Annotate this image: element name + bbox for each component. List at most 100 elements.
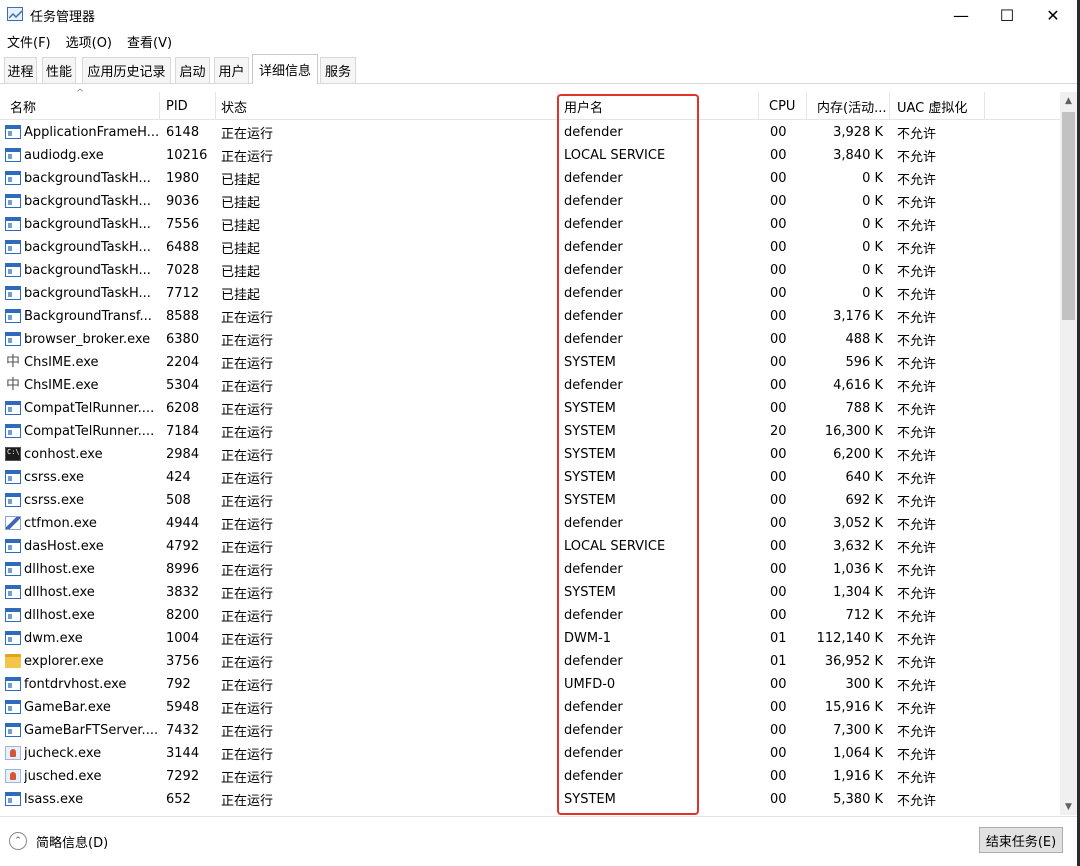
menu-options[interactable]: 选项(O) xyxy=(59,32,120,51)
table-row[interactable]: dasHost.exe 4792 正在运行 LOCAL SERVICE 00 3,632 … xyxy=(0,535,1060,558)
column-uac-virtualization[interactable]: UAC 虚拟化 xyxy=(893,92,983,120)
process-cpu: 00 xyxy=(770,286,787,301)
menu-bar: 文件(F) 选项(O) 查看(V) xyxy=(0,30,1080,52)
process-cpu: 00 xyxy=(770,332,787,347)
table-row[interactable]: BackgroundTransf... 8588 正在运行 defender 00 3,1… xyxy=(0,305,1060,328)
table-row[interactable]: audiodg.exe 10216 正在运行 LOCAL SERVICE 00 3,840… xyxy=(0,144,1060,167)
table-row[interactable]: backgroundTaskH... 7556 已挂起 defender 00 0 K 不允… xyxy=(0,213,1060,236)
process-memory: 15,916 K xyxy=(824,700,883,715)
minimize-button[interactable]: — xyxy=(938,0,984,30)
menu-view[interactable]: 查看(V) xyxy=(120,32,180,51)
close-button[interactable]: ✕ xyxy=(1030,0,1076,30)
process-uac: 不允许 xyxy=(897,357,937,372)
table-row[interactable]: CompatTelRunner.... 6208 正在运行 SYSTEM 00 788 K… xyxy=(0,397,1060,420)
column-separator[interactable] xyxy=(984,92,985,120)
table-row[interactable]: browser_broker.exe 6380 正在运行 defender 00 488 … xyxy=(0,328,1060,351)
fewer-details-link[interactable]: 简略信息(D) xyxy=(36,832,108,851)
process-status: 已挂起 xyxy=(221,242,261,257)
column-memory[interactable]: 内存(活动... xyxy=(813,92,889,120)
column-separator[interactable] xyxy=(806,92,807,120)
process-uac: 不允许 xyxy=(897,311,937,326)
process-cpu: 00 xyxy=(770,125,787,140)
process-uac: 不允许 xyxy=(897,403,937,418)
java-icon xyxy=(5,769,21,783)
tab-startup[interactable]: 启动 xyxy=(175,57,210,83)
table-row[interactable]: backgroundTaskH... 9036 已挂起 defender 00 0 K 不允… xyxy=(0,190,1060,213)
tab-users[interactable]: 用户 xyxy=(214,57,249,83)
table-row[interactable]: dllhost.exe 8200 正在运行 defender 00 712 K 不允许 xyxy=(0,604,1060,627)
window-icon xyxy=(5,217,21,231)
table-row[interactable]: CompatTelRunner.... 7184 正在运行 SYSTEM 20 16,30… xyxy=(0,420,1060,443)
column-separator[interactable] xyxy=(758,92,759,120)
process-uac: 不允许 xyxy=(897,679,937,694)
tab-performance[interactable]: 性能 xyxy=(42,57,76,83)
process-table: ApplicationFrameH... 6148 正在运行 defender 00 3,… xyxy=(0,121,1060,814)
process-username: SYSTEM xyxy=(564,792,616,807)
table-row[interactable]: csrss.exe 508 正在运行 SYSTEM 00 692 K 不允许 xyxy=(0,489,1060,512)
column-separator[interactable] xyxy=(557,92,558,120)
table-row[interactable]: dllhost.exe 3832 正在运行 SYSTEM 00 1,304 K 不允许 xyxy=(0,581,1060,604)
tab-app-history[interactable]: 应用历史记录 xyxy=(82,57,171,83)
table-row[interactable]: backgroundTaskH... 1980 已挂起 defender 00 0 K 不允… xyxy=(0,167,1060,190)
process-uac: 不允许 xyxy=(897,725,937,740)
process-status: 正在运行 xyxy=(221,656,274,671)
column-username[interactable]: 用户名 xyxy=(560,92,750,120)
column-separator[interactable] xyxy=(159,92,160,120)
tab-processes[interactable]: 进程 xyxy=(4,57,37,83)
table-row[interactable]: ctfmon.exe 4944 正在运行 defender 00 3,052 K 不允许 xyxy=(0,512,1060,535)
scroll-down-icon[interactable]: ▼ xyxy=(1060,798,1077,815)
process-name: audiodg.exe xyxy=(24,148,104,163)
tab-details[interactable]: 详细信息 xyxy=(252,54,318,84)
table-row[interactable]: explorer.exe 3756 正在运行 defender 01 36,952 K 不允… xyxy=(0,650,1060,673)
scroll-up-icon[interactable]: ▲ xyxy=(1060,92,1077,109)
process-uac: 不允许 xyxy=(897,656,937,671)
process-name: browser_broker.exe xyxy=(24,332,151,347)
process-memory: 5,380 K xyxy=(833,792,883,807)
column-name[interactable]: 名称 xyxy=(6,92,156,120)
process-username: LOCAL SERVICE xyxy=(564,539,666,554)
process-memory: 596 K xyxy=(845,355,883,370)
maximize-button[interactable]: ☐ xyxy=(984,0,1030,30)
column-cpu[interactable]: CPU xyxy=(765,92,805,120)
column-separator[interactable] xyxy=(889,92,890,120)
process-pid: 6208 xyxy=(166,401,200,416)
table-row[interactable]: dwm.exe 1004 正在运行 DWM-1 01 112,140 K 不允许 xyxy=(0,627,1060,650)
tab-services[interactable]: 服务 xyxy=(320,57,356,83)
table-row[interactable]: backgroundTaskH... 6488 已挂起 defender 00 0 K 不允… xyxy=(0,236,1060,259)
process-uac: 不允许 xyxy=(897,472,937,487)
table-row[interactable]: 中 ChsIME.exe 2204 正在运行 SYSTEM 00 596 K 不允许 xyxy=(0,351,1060,374)
table-row[interactable]: dllhost.exe 8996 正在运行 defender 00 1,036 K 不允许 xyxy=(0,558,1060,581)
process-cpu: 01 xyxy=(770,631,787,646)
column-pid[interactable]: PID xyxy=(162,92,212,120)
task-manager-icon xyxy=(7,7,23,21)
process-status: 已挂起 xyxy=(221,265,261,280)
column-separator[interactable] xyxy=(215,92,216,120)
process-cpu: 00 xyxy=(770,148,787,163)
process-username: SYSTEM xyxy=(564,470,616,485)
table-row[interactable]: backgroundTaskH... 7028 已挂起 defender 00 0 K 不允… xyxy=(0,259,1060,282)
end-task-button[interactable]: 结束任务(E) xyxy=(979,827,1063,853)
table-row[interactable]: GameBar.exe 5948 正在运行 defender 00 15,916 K 不允许 xyxy=(0,696,1060,719)
process-username: defender xyxy=(564,769,623,784)
table-row[interactable]: jucheck.exe 3144 正在运行 defender 00 1,064 K 不允许 xyxy=(0,742,1060,765)
table-row[interactable]: backgroundTaskH... 7712 已挂起 defender 00 0 K 不允… xyxy=(0,282,1060,305)
process-memory: 3,632 K xyxy=(833,539,883,554)
process-status: 正在运行 xyxy=(221,679,274,694)
process-memory: 1,036 K xyxy=(833,562,883,577)
table-row[interactable]: jusched.exe 7292 正在运行 defender 00 1,916 K 不允许 xyxy=(0,765,1060,788)
column-status[interactable]: 状态 xyxy=(217,92,547,120)
menu-file[interactable]: 文件(F) xyxy=(0,32,59,51)
table-row[interactable]: lsass.exe 652 正在运行 SYSTEM 00 5,380 K 不允许 xyxy=(0,788,1060,811)
table-row[interactable]: csrss.exe 424 正在运行 SYSTEM 00 640 K 不允许 xyxy=(0,466,1060,489)
chevron-up-icon[interactable]: ⌃ xyxy=(9,832,27,850)
process-pid: 3832 xyxy=(166,585,200,600)
vertical-scrollbar[interactable]: ▲ ▼ xyxy=(1060,92,1077,815)
table-row[interactable]: ApplicationFrameH... 6148 正在运行 defender 00 3,… xyxy=(0,121,1060,144)
process-cpu: 00 xyxy=(770,677,787,692)
table-row[interactable]: 中 ChsIME.exe 5304 正在运行 defender 00 4,616 K 不允许 xyxy=(0,374,1060,397)
window-icon xyxy=(5,286,21,300)
table-row[interactable]: GameBarFTServer.... 7432 正在运行 defender 00 7,3… xyxy=(0,719,1060,742)
table-row[interactable]: conhost.exe 2984 正在运行 SYSTEM 00 6,200 K 不允许 xyxy=(0,443,1060,466)
table-row[interactable]: fontdrvhost.exe 792 正在运行 UMFD-0 00 300 K 不允许 xyxy=(0,673,1060,696)
scrollbar-thumb[interactable] xyxy=(1062,112,1075,320)
